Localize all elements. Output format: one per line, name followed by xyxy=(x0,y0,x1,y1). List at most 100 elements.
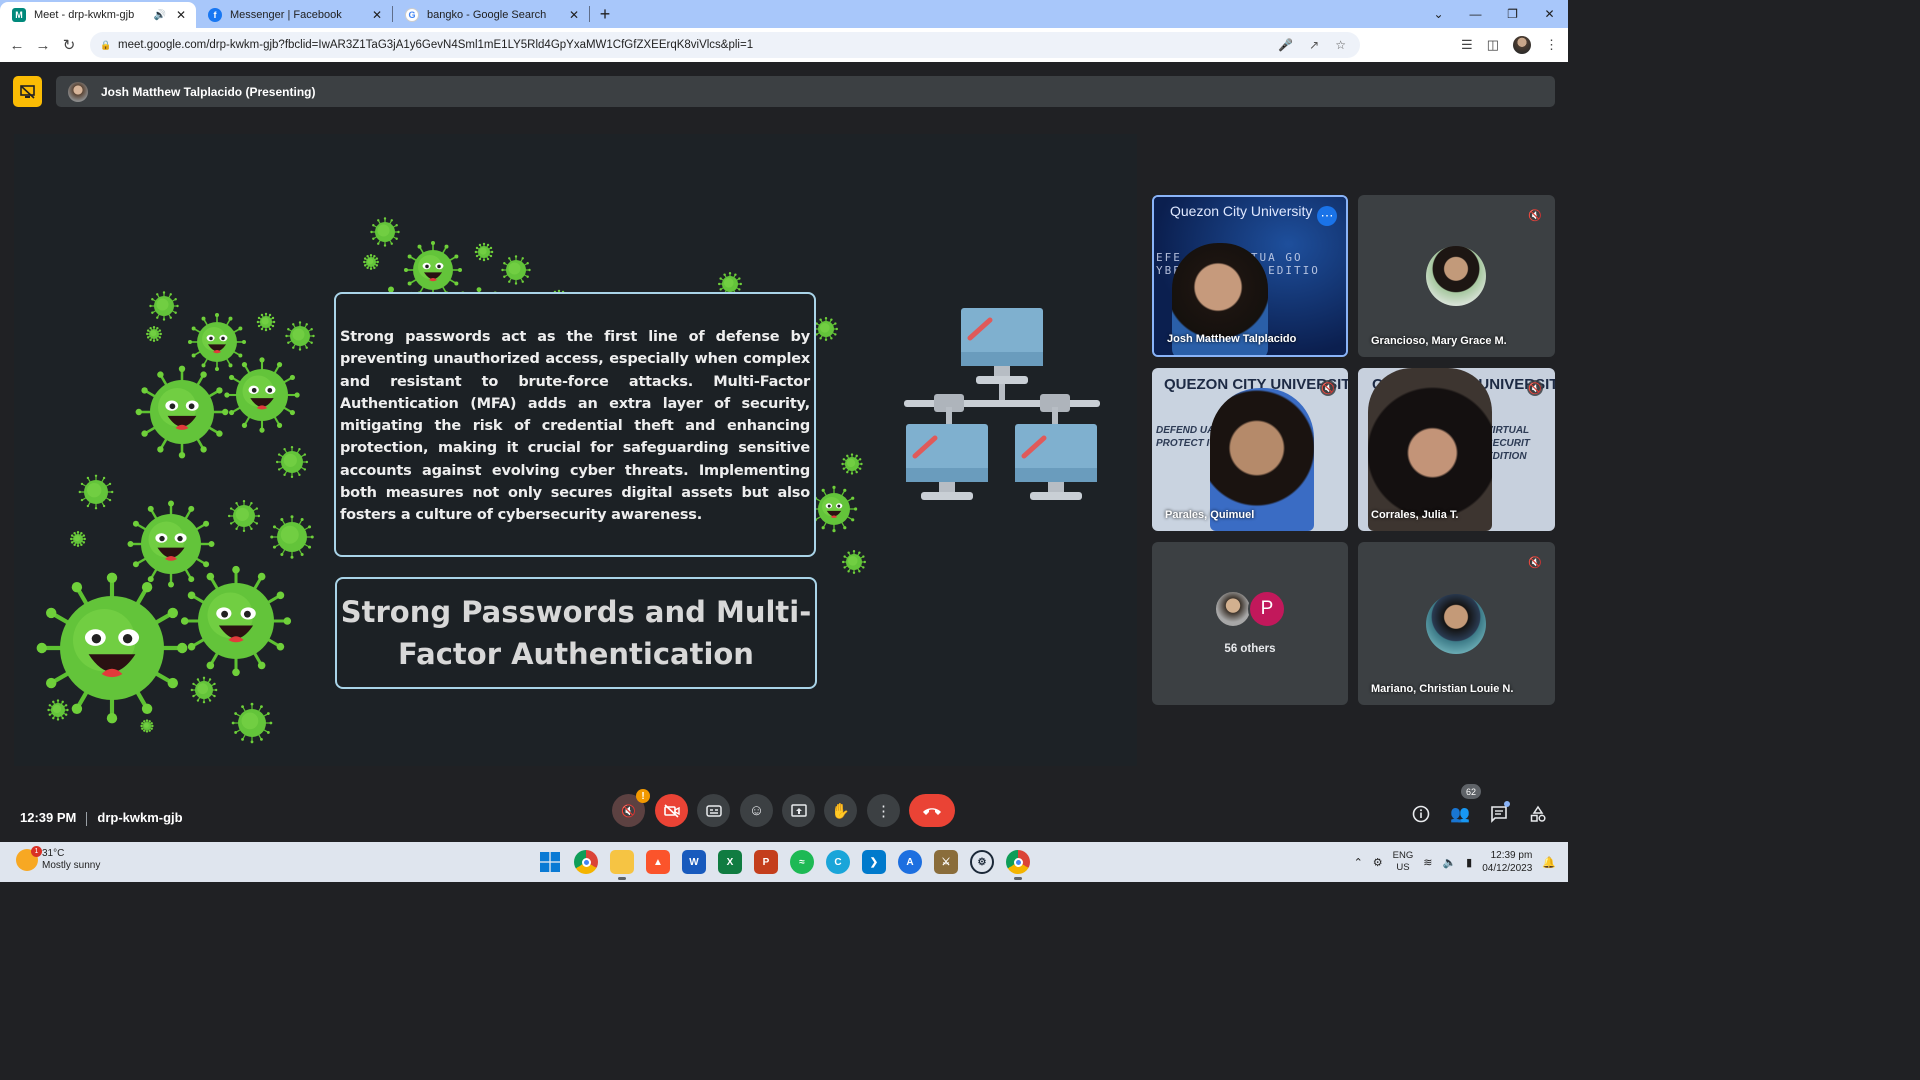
close-tab-icon[interactable]: ✕ xyxy=(174,8,188,22)
warning-icon: ! xyxy=(636,789,650,803)
app-store-icon[interactable]: A xyxy=(898,850,922,874)
chrome-active-icon[interactable] xyxy=(1006,850,1030,880)
tab-title: Meet - drp-kwkm-gjb xyxy=(34,9,135,21)
virus-icon xyxy=(47,699,69,721)
language-code: ENG xyxy=(1392,850,1414,861)
bookmark-star-icon[interactable]: ☆ xyxy=(1335,38,1346,52)
microphone-button[interactable]: 🔇 ! xyxy=(612,789,650,827)
volume-icon[interactable]: 🔈 xyxy=(1442,856,1456,869)
minimize-button[interactable]: — xyxy=(1457,0,1494,28)
participant-tile-grancioso[interactable]: 🔇 Grancioso, Mary Grace M. xyxy=(1358,195,1555,357)
speaker-icon[interactable]: 🔊 xyxy=(154,10,166,21)
virus-face-icon xyxy=(224,357,300,433)
reactions-button[interactable]: ☺ xyxy=(740,794,773,827)
battery-icon[interactable]: ▮ xyxy=(1466,856,1472,869)
virus-icon xyxy=(285,321,315,351)
virus-icon xyxy=(370,217,400,247)
virus-face-icon xyxy=(127,500,215,588)
chrome-icon[interactable] xyxy=(574,850,598,874)
share-icon[interactable]: ↗ xyxy=(1309,38,1319,52)
restore-button[interactable]: ❐ xyxy=(1494,0,1531,28)
canva-icon[interactable]: C xyxy=(826,850,850,874)
weather-widget[interactable]: 1 31°C Mostly sunny xyxy=(16,846,101,872)
stop-presenting-icon[interactable] xyxy=(13,76,42,107)
tab-messenger[interactable]: f Messenger | Facebook ✕ xyxy=(196,2,392,28)
people-icon: 👥 xyxy=(1450,806,1470,823)
mic-off-icon: 🔇 xyxy=(1528,556,1542,569)
camera-button[interactable] xyxy=(655,794,688,827)
excel-icon[interactable]: X xyxy=(718,850,742,874)
tab-meet[interactable]: M Meet - drp-kwkm-gjb 🔊 ✕ xyxy=(0,2,196,28)
close-window-button[interactable]: ✕ xyxy=(1531,0,1568,28)
raise-hand-button[interactable]: ✋ xyxy=(824,794,857,827)
lock-icon[interactable]: 🔒 xyxy=(100,40,111,50)
virus-icon xyxy=(140,719,154,733)
present-button[interactable] xyxy=(782,794,815,827)
presentation-slide: Strong passwords act as the first line o… xyxy=(14,134,1137,766)
participant-name: Grancioso, Mary Grace M. xyxy=(1371,335,1507,347)
wifi-icon[interactable]: ≋ xyxy=(1423,856,1432,869)
address-bar[interactable]: 🔒 meet.google.com/drp-kwkm-gjb?fbclid=Iw… xyxy=(90,32,1360,58)
more-vert-icon: ⋮ xyxy=(876,802,891,820)
new-tab-button[interactable]: + xyxy=(590,4,620,25)
game-icon[interactable]: ⚔ xyxy=(934,850,958,874)
media-controls-icon[interactable]: ☰ xyxy=(1461,37,1473,53)
reload-button[interactable]: ↻ xyxy=(56,36,82,54)
participant-tile-mariano[interactable]: 🔇 Mariano, Christian Louie N. xyxy=(1358,542,1555,705)
weather-desc: Mostly sunny xyxy=(42,860,101,871)
virus-face-icon xyxy=(36,572,188,724)
brave-icon[interactable]: ▲ xyxy=(646,850,670,874)
virus-icon xyxy=(814,317,838,341)
presenter-name: Josh Matthew Talplacido (Presenting) xyxy=(101,84,316,99)
back-button[interactable]: ← xyxy=(4,37,30,54)
weather-temp: 31°C xyxy=(42,848,65,859)
forward-button[interactable]: → xyxy=(30,37,56,54)
windows-start-icon[interactable] xyxy=(538,850,562,874)
microphone-icon[interactable]: 🎤 xyxy=(1278,38,1293,52)
steam-tray-icon[interactable]: ⚙ xyxy=(1373,856,1383,869)
leave-call-button[interactable] xyxy=(909,794,955,827)
mic-off-icon: 🔇 xyxy=(621,803,636,818)
steam-icon[interactable]: ⚙ xyxy=(970,850,994,874)
captions-button[interactable] xyxy=(697,794,730,827)
close-tab-icon[interactable]: ✕ xyxy=(567,8,581,22)
unread-dot-icon xyxy=(1504,801,1510,807)
chevron-up-icon[interactable]: ⌃ xyxy=(1354,856,1363,869)
tab-google-search[interactable]: G bangko - Google Search ✕ xyxy=(393,2,589,28)
notification-bell-icon[interactable]: 🔔 xyxy=(1542,856,1556,869)
others-count: 56 others xyxy=(1224,643,1276,655)
virus-icon xyxy=(275,445,309,479)
menu-icon[interactable]: ⋮ xyxy=(1545,37,1558,53)
vscode-icon[interactable]: ❯ xyxy=(862,850,886,874)
profile-avatar[interactable] xyxy=(1513,36,1531,54)
side-panel-icon[interactable]: ◫ xyxy=(1487,37,1499,53)
clock[interactable]: 12:39 pm 04/12/2023 xyxy=(1482,849,1532,875)
people-button[interactable]: 👥 xyxy=(1448,802,1472,826)
more-options-button[interactable]: ⋮ xyxy=(867,794,900,827)
meeting-details-button[interactable] xyxy=(1409,802,1433,826)
file-explorer-icon[interactable] xyxy=(610,850,634,880)
others-tile[interactable]: P 56 others xyxy=(1152,542,1348,705)
close-tab-icon[interactable]: ✕ xyxy=(370,8,384,22)
activities-button[interactable] xyxy=(1526,802,1550,826)
virus-icon xyxy=(70,531,86,547)
virus-icon xyxy=(231,702,273,744)
powerpoint-icon[interactable]: P xyxy=(754,850,778,874)
virus-icon xyxy=(190,676,218,704)
virus-face-icon xyxy=(810,485,858,533)
tab-search-icon[interactable]: ⌄ xyxy=(1420,0,1457,28)
participant-tile-parales[interactable]: QUEZON CITY UNIVERSITY DEFEND UAL INGDOM… xyxy=(1152,368,1348,531)
mic-off-icon: 🔇 xyxy=(1527,380,1543,396)
present-screen-icon xyxy=(790,803,807,817)
spotify-icon[interactable]: ≈ xyxy=(790,850,814,874)
virus-icon xyxy=(474,242,494,262)
word-icon[interactable]: W xyxy=(682,850,706,874)
more-options-icon[interactable]: ⋯ xyxy=(1317,206,1337,226)
toolbar: ← → ↻ 🔒 meet.google.com/drp-kwkm-gjb?fbc… xyxy=(0,28,1568,62)
language-indicator[interactable]: ENG US xyxy=(1393,850,1414,874)
banner-text: Quezon City University xyxy=(1170,203,1313,219)
chat-button[interactable] xyxy=(1487,801,1511,826)
participant-tile-josh[interactable]: Quezon City University EFE THE VIRTUA GO… xyxy=(1152,195,1348,357)
participant-tile-corrales[interactable]: QUEZON CITY UNIVERSITY VIRTUAL SECURIT E… xyxy=(1358,368,1555,531)
slide-title-box: Strong Passwords and Multi-Factor Authen… xyxy=(335,577,817,689)
